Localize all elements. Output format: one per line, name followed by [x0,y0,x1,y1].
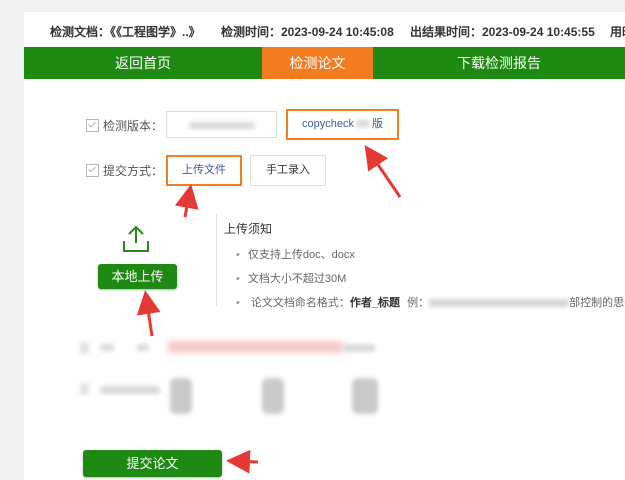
redacted-text [137,344,149,351]
result-time: 出结果时间：2023-09-24 10:45:55 [410,25,595,39]
manual-entry-option[interactable]: 手工录入 [250,155,326,186]
info-bar-inner: 检测文档：《《工程图学》..》 检测时间：2023-09-24 10:45:08… [24,12,625,48]
notes-title: 上传须知 [224,222,273,236]
time-used: 用时 [610,25,625,39]
tab-home[interactable]: 返回首页 [24,47,262,79]
tab-check-paper[interactable]: 检测论文 [262,47,373,79]
redacted-version-part [355,120,370,127]
divider [216,214,217,306]
version-option-label: copycheck [302,118,354,130]
submit-method-label: 提交方式： [103,164,164,178]
upload-icon [123,225,149,252]
redacted-text [168,341,343,353]
check-icon [86,164,99,177]
note-item-naming: 论文文档命名格式：作者_标题 例： 部控制的思考 [236,294,625,318]
version-option-suffix: 版 [371,118,383,130]
naming-prefix: 论文文档命名格式： [250,297,350,309]
checked-document: 检测文档：《《工程图学》..》 [50,25,201,39]
arrow-upload-file [174,184,199,218]
redacted-icon [80,342,89,354]
check-time: 检测时间：2023-09-24 10:45:08 [221,25,394,39]
upload-file-option[interactable]: 上传文件 [166,155,242,186]
naming-format: 作者_标题 [349,297,401,309]
redacted-item [170,378,192,414]
upload-notes: 上传须知 仅支持上传doc、docx 文档大小不超过30M 论文文档命名格式：作… [224,220,625,318]
arrow-version [364,145,402,198]
naming-example-label: 例： [407,297,430,309]
info-bar: 检测文档：《《工程图学》..》 检测时间：2023-09-24 10:45:08… [0,0,625,48]
left-gutter [0,47,24,480]
submit-method-row: 提交方式： [86,162,163,179]
check-icon [86,119,99,132]
redacted-example [429,299,570,308]
local-upload-button[interactable]: 本地上传 [98,264,177,289]
arrow-submit [226,449,259,474]
redacted-item [262,378,284,414]
redacted-item [352,378,378,414]
redacted-text [100,386,160,394]
arrow-local-upload [136,290,161,337]
tab-download-report[interactable]: 下载检测报告 [373,47,625,79]
naming-example-tail: 部控制的思考 [569,297,625,309]
submit-paper-button[interactable]: 提交论文 [83,450,222,477]
redacted-icon [80,383,89,395]
version-option-1[interactable] [166,111,277,138]
version-option-copycheck[interactable]: copycheck 版 [286,109,399,140]
redacted-version-name [189,122,255,129]
note-item: 仅支持上传doc、docx [236,246,625,270]
redacted-text [343,344,375,352]
version-label: 检测版本： [103,119,164,133]
redacted-text [100,344,114,351]
note-item: 文档大小不超过30M [236,270,625,294]
version-label-row: 检测版本： [86,117,163,134]
main-nav: 返回首页 检测论文 下载检测报告 [24,47,625,79]
